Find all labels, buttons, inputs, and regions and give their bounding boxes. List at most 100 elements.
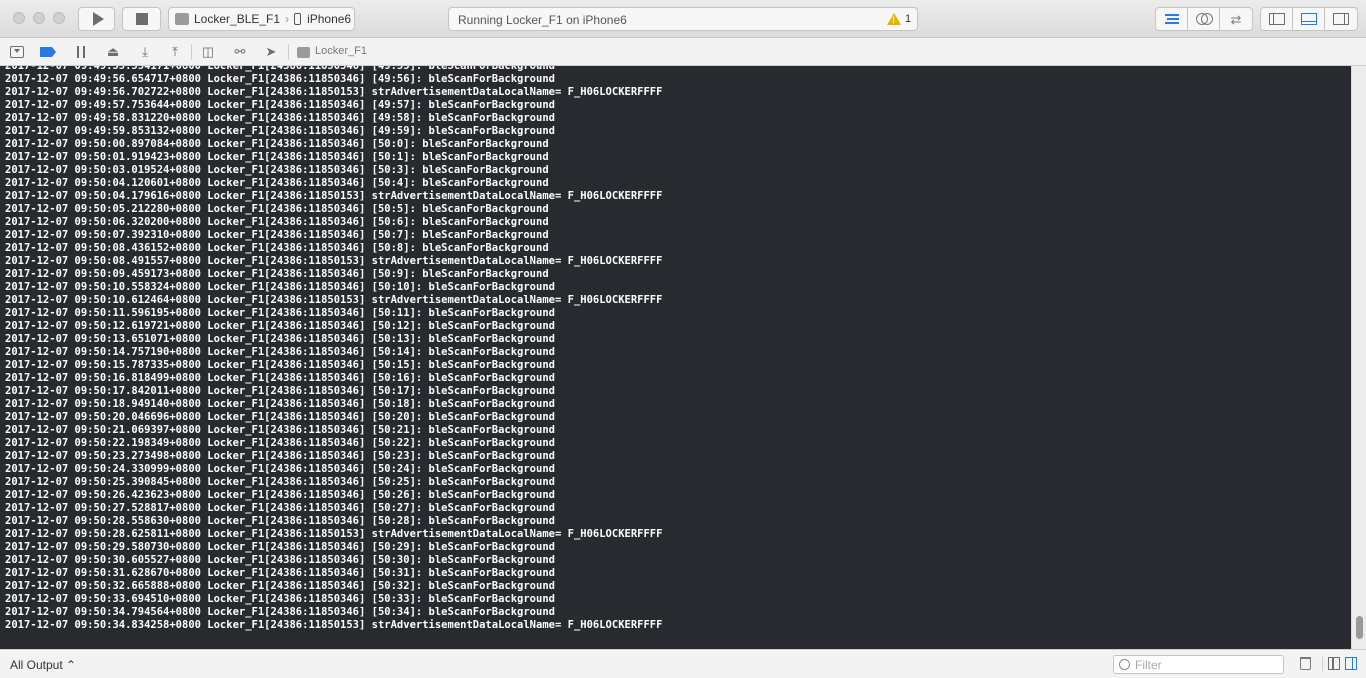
console-log-line: 2017-12-07 09:50:13.651071+0800 Locker_F… <box>5 333 555 345</box>
console-log-line: 2017-12-07 09:50:33.694510+0800 Locker_F… <box>5 593 555 605</box>
console-log-line: 2017-12-07 09:50:10.612464+0800 Locker_F… <box>5 294 663 306</box>
scheme-selector[interactable]: Locker_BLE_F1 › iPhone6 <box>168 7 355 31</box>
navigator-panel-icon <box>1268 13 1285 25</box>
breakpoints-toggle-button[interactable] <box>40 44 56 60</box>
console-log-line: 2017-12-07 09:50:17.842011+0800 Locker_F… <box>5 385 555 397</box>
chevron-right-icon: › <box>285 12 290 26</box>
chevron-updown-icon: ⌃ <box>66 658 77 672</box>
show-console-view-icon[interactable] <box>1345 657 1357 670</box>
console-bottom-bar: All Output ⌃ <box>0 649 1366 678</box>
filter-input[interactable] <box>1135 657 1275 672</box>
stop-button[interactable] <box>122 7 161 31</box>
assistant-editor-icon <box>1195 13 1213 25</box>
window-toolbar: Locker_BLE_F1 › iPhone6 Running Locker_F… <box>0 0 1366 38</box>
zoom-window-button[interactable] <box>53 12 65 24</box>
breakpoint-icon <box>40 47 56 57</box>
hide-debug-area-button[interactable] <box>9 44 25 60</box>
console-log-line: 2017-12-07 09:50:23.273498+0800 Locker_F… <box>5 450 555 462</box>
console-log-line: 2017-12-07 09:50:08.491557+0800 Locker_F… <box>5 255 663 267</box>
output-selector[interactable]: All Output ⌃ <box>10 658 76 672</box>
console-log-line: 2017-12-07 09:50:10.558324+0800 Locker_F… <box>5 281 555 293</box>
debug-bar: ⏏ ⤓ ⤒ ◫ ⚯ ➤ Locker_F1 <box>0 38 1366 66</box>
console-log-line: 2017-12-07 09:50:25.390845+0800 Locker_F… <box>5 476 555 488</box>
console-log-line: 2017-12-07 09:50:30.605527+0800 Locker_F… <box>5 554 555 566</box>
run-button[interactable] <box>78 7 115 31</box>
memory-graph-icon: ⚯ <box>234 44 246 59</box>
console-log-line: 2017-12-07 09:49:55.554171+0800 Locker_F… <box>5 66 555 72</box>
show-variables-view-icon[interactable] <box>1328 657 1340 670</box>
close-window-button[interactable] <box>13 12 25 24</box>
console-log-line: 2017-12-07 09:50:05.212280+0800 Locker_F… <box>5 203 549 215</box>
pause-button[interactable] <box>74 44 88 60</box>
editor-mode-segmented-control: ⇄ <box>1155 7 1253 31</box>
console-log-line: 2017-12-07 09:49:59.853132+0800 Locker_F… <box>5 125 555 137</box>
warning-count[interactable]: 1 <box>905 13 911 25</box>
step-into-button[interactable]: ⤓ <box>137 44 153 60</box>
location-arrow-icon: ➤ <box>265 44 277 59</box>
console-log-line: 2017-12-07 09:50:00.897084+0800 Locker_F… <box>5 138 549 150</box>
console-log-line: 2017-12-07 09:50:14.757190+0800 Locker_F… <box>5 346 555 358</box>
console-log-line: 2017-12-07 09:50:16.818499+0800 Locker_F… <box>5 372 555 384</box>
console-log-line: 2017-12-07 09:50:28.558630+0800 Locker_F… <box>5 515 555 527</box>
console-log-line: 2017-12-07 09:49:58.831220+0800 Locker_F… <box>5 112 555 124</box>
process-breadcrumb[interactable]: Locker_F1 <box>315 45 367 57</box>
console-log-line: 2017-12-07 09:50:07.392310+0800 Locker_F… <box>5 229 549 241</box>
debug-area-panel-icon <box>1300 13 1317 25</box>
toggle-navigator-button[interactable] <box>1261 8 1293 30</box>
filter-field[interactable] <box>1113 655 1284 674</box>
scrollbar-thumb[interactable] <box>1356 616 1363 640</box>
console-log-line: 2017-12-07 09:50:21.069397+0800 Locker_F… <box>5 424 555 436</box>
toolbar-divider <box>1322 657 1323 671</box>
minimize-window-button[interactable] <box>33 12 45 24</box>
filter-icon <box>1119 659 1130 670</box>
console-output-area[interactable]: 2017-12-07 09:49:55.554171+0800 Locker_F… <box>0 66 1366 649</box>
project-icon <box>297 47 310 58</box>
output-selector-label: All Output <box>10 658 63 672</box>
step-into-icon: ⤓ <box>142 44 148 59</box>
simulate-location-button[interactable]: ➤ <box>263 44 279 60</box>
hide-debug-area-icon <box>10 46 24 58</box>
standard-editor-icon <box>1164 14 1179 24</box>
console-log-line: 2017-12-07 09:50:34.834258+0800 Locker_F… <box>5 619 663 631</box>
view-hierarchy-button[interactable]: ◫ <box>200 44 216 60</box>
step-over-button[interactable]: ⏏ <box>105 44 121 60</box>
console-log-line: 2017-12-07 09:50:27.528817+0800 Locker_F… <box>5 502 555 514</box>
console-log-line: 2017-12-07 09:50:34.794564+0800 Locker_F… <box>5 606 555 618</box>
toggle-utilities-button[interactable] <box>1325 8 1357 30</box>
view-panels-segmented-control <box>1260 7 1358 31</box>
console-log-line: 2017-12-07 09:49:56.654717+0800 Locker_F… <box>5 73 555 85</box>
console-log-line: 2017-12-07 09:50:09.459173+0800 Locker_F… <box>5 268 549 280</box>
toggle-debug-area-button[interactable] <box>1293 8 1325 30</box>
console-log-line: 2017-12-07 09:50:12.619721+0800 Locker_F… <box>5 320 555 332</box>
play-icon <box>92 12 104 26</box>
console-vertical-scrollbar[interactable] <box>1351 66 1366 649</box>
console-log-line: 2017-12-07 09:50:24.330999+0800 Locker_F… <box>5 463 555 475</box>
console-log-line: 2017-12-07 09:50:04.179616+0800 Locker_F… <box>5 190 663 202</box>
version-editor-button[interactable]: ⇄ <box>1220 8 1252 30</box>
standard-editor-button[interactable] <box>1156 8 1188 30</box>
console-log-line: 2017-12-07 09:50:11.596195+0800 Locker_F… <box>5 307 555 319</box>
console-log-line: 2017-12-07 09:50:01.919423+0800 Locker_F… <box>5 151 549 163</box>
pause-icon <box>77 46 85 58</box>
activity-viewer: Running Locker_F1 on iPhone6 ! 1 <box>448 7 918 31</box>
console-log-line: 2017-12-07 09:50:26.423623+0800 Locker_F… <box>5 489 555 501</box>
console-log-line: 2017-12-07 09:50:18.949140+0800 Locker_F… <box>5 398 555 410</box>
console-log-line: 2017-12-07 09:50:28.625811+0800 Locker_F… <box>5 528 663 540</box>
console-log-line: 2017-12-07 09:50:31.628670+0800 Locker_F… <box>5 567 555 579</box>
memory-graph-button[interactable]: ⚯ <box>231 44 249 60</box>
console-log-line: 2017-12-07 09:49:57.753644+0800 Locker_F… <box>5 99 555 111</box>
console-log-line: 2017-12-07 09:50:04.120601+0800 Locker_F… <box>5 177 549 189</box>
console-log-line: 2017-12-07 09:50:32.665888+0800 Locker_F… <box>5 580 555 592</box>
warning-triangle-icon[interactable]: ! <box>887 13 901 25</box>
step-out-button[interactable]: ⤒ <box>167 44 183 60</box>
view-hierarchy-icon: ◫ <box>201 44 215 59</box>
console-log-line: 2017-12-07 09:50:15.787335+0800 Locker_F… <box>5 359 555 371</box>
phone-icon <box>294 13 302 25</box>
assistant-editor-button[interactable] <box>1188 8 1220 30</box>
trash-icon[interactable] <box>1300 657 1311 670</box>
console-log-line: 2017-12-07 09:49:56.702722+0800 Locker_F… <box>5 86 663 98</box>
console-log: 2017-12-07 09:49:55.554171+0800 Locker_F… <box>5 66 662 632</box>
console-log-line: 2017-12-07 09:50:22.198349+0800 Locker_F… <box>5 437 555 449</box>
activity-status-text: Running Locker_F1 on iPhone6 <box>458 13 627 27</box>
console-log-line: 2017-12-07 09:50:06.320200+0800 Locker_F… <box>5 216 549 228</box>
